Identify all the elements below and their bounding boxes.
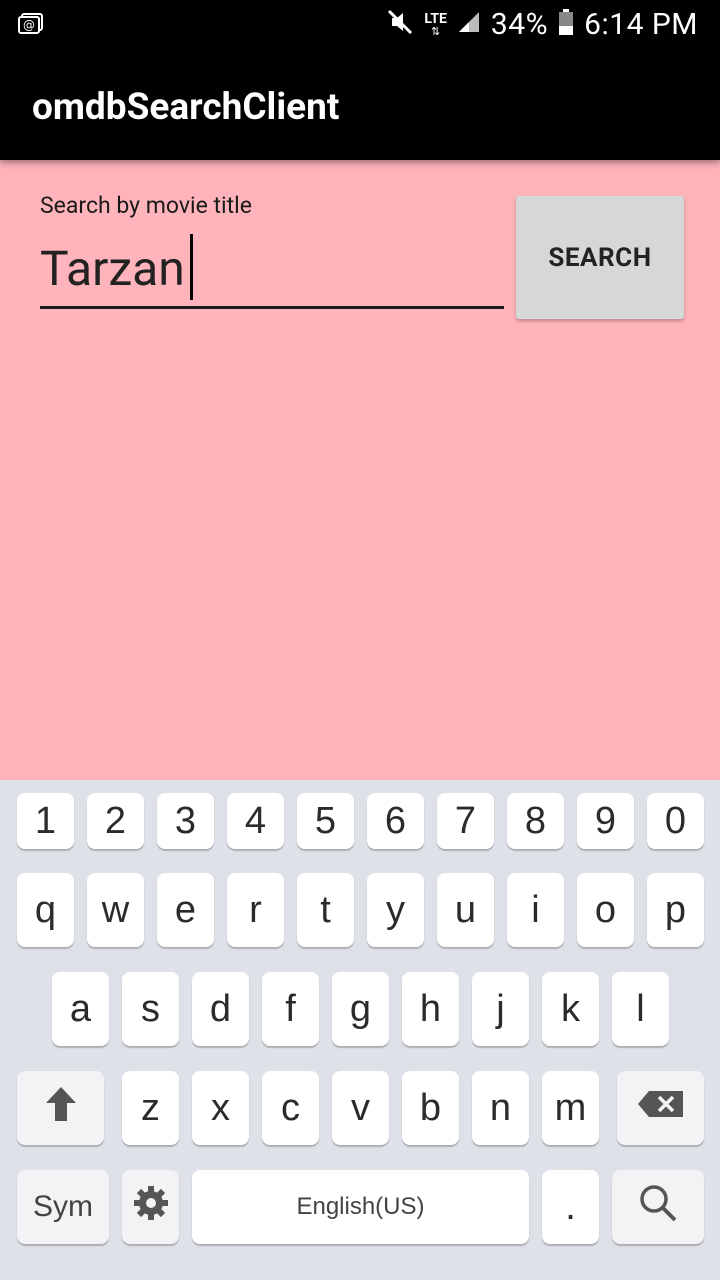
soft-keyboard: 1 2 3 4 5 6 7 8 9 0 q w e r t y u i o p … [0, 780, 720, 1280]
key-t[interactable]: t [297, 873, 354, 947]
key-6[interactable]: 6 [367, 793, 424, 849]
search-button[interactable]: SEARCH [516, 196, 684, 319]
shift-key[interactable] [17, 1071, 104, 1145]
key-s[interactable]: s [122, 972, 179, 1046]
shift-arrow-icon [44, 1086, 78, 1130]
key-w[interactable]: w [87, 873, 144, 947]
key-g[interactable]: g [332, 972, 389, 1046]
key-a[interactable]: a [52, 972, 109, 1046]
key-l[interactable]: l [612, 972, 669, 1046]
battery-percent: 34% [490, 6, 549, 42]
key-x[interactable]: x [192, 1071, 249, 1145]
key-0[interactable]: 0 [647, 793, 704, 849]
key-n[interactable]: n [472, 1071, 529, 1145]
key-9[interactable]: 9 [577, 793, 634, 849]
search-input[interactable]: Tarzan [40, 232, 185, 306]
key-v[interactable]: v [332, 1071, 389, 1145]
key-j[interactable]: j [472, 972, 529, 1046]
search-key[interactable] [612, 1170, 704, 1244]
key-r[interactable]: r [227, 873, 284, 947]
key-d[interactable]: d [192, 972, 249, 1046]
search-input-container[interactable]: Tarzan [40, 232, 504, 309]
key-p[interactable]: p [647, 873, 704, 947]
key-m[interactable]: m [542, 1071, 599, 1145]
key-3[interactable]: 3 [157, 793, 214, 849]
settings-key[interactable] [122, 1170, 179, 1244]
key-e[interactable]: e [157, 873, 214, 947]
key-k[interactable]: k [542, 972, 599, 1046]
key-8[interactable]: 8 [507, 793, 564, 849]
period-key[interactable]: . [542, 1170, 599, 1244]
sym-key[interactable]: Sym [17, 1170, 109, 1244]
key-b[interactable]: b [402, 1071, 459, 1145]
gear-icon [132, 1184, 170, 1230]
key-5[interactable]: 5 [297, 793, 354, 849]
key-7[interactable]: 7 [437, 793, 494, 849]
backspace-icon [637, 1090, 685, 1126]
backspace-key[interactable] [617, 1071, 704, 1145]
app-bar: omdbSearchClient [0, 48, 720, 160]
key-i[interactable]: i [507, 873, 564, 947]
signal-icon [457, 10, 481, 38]
lte-indicator: LTE ⇅ [424, 10, 447, 38]
app-title: omdbSearchClient [32, 86, 340, 129]
key-o[interactable]: o [577, 873, 634, 947]
key-f[interactable]: f [262, 972, 319, 1046]
key-2[interactable]: 2 [87, 793, 144, 849]
battery-icon [558, 9, 574, 39]
key-u[interactable]: u [437, 873, 494, 947]
text-cursor [190, 234, 193, 300]
key-4[interactable]: 4 [227, 793, 284, 849]
key-z[interactable]: z [122, 1071, 179, 1145]
notification-icon: @ [18, 12, 44, 34]
search-label: Search by movie title [40, 192, 252, 219]
svg-text:@: @ [23, 18, 35, 32]
clock: 6:14 PM [584, 6, 698, 42]
key-h[interactable]: h [402, 972, 459, 1046]
mute-icon [386, 8, 414, 40]
key-q[interactable]: q [17, 873, 74, 947]
key-y[interactable]: y [367, 873, 424, 947]
space-key[interactable]: English(US) [192, 1170, 529, 1244]
key-c[interactable]: c [262, 1071, 319, 1145]
key-1[interactable]: 1 [17, 793, 74, 849]
status-bar: @ LTE ⇅ 34% 6:14 PM [0, 0, 720, 48]
search-icon [638, 1183, 678, 1231]
